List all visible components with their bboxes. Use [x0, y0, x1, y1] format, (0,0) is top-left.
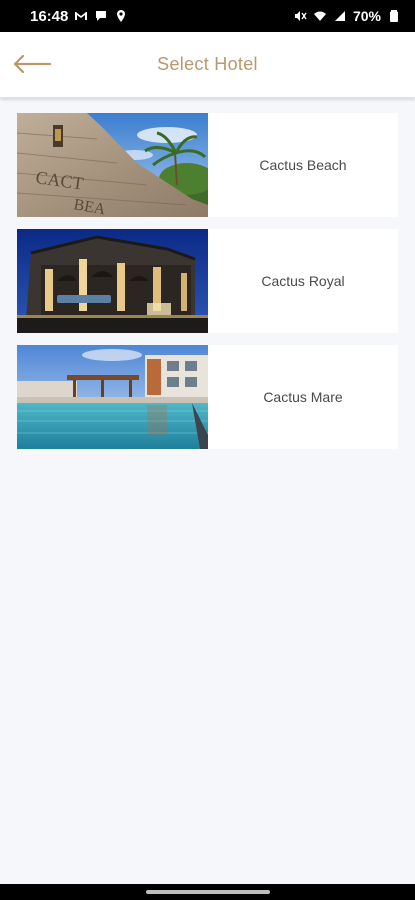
page-title: Select Hotel — [157, 54, 258, 74]
hotel-list: CACT BEA Cactus Beach Cactus Royal Cactu… — [17, 113, 398, 449]
hotel-image-cactus-royal — [17, 229, 208, 333]
status-right: 70% — [293, 8, 401, 24]
gmail-icon — [74, 9, 88, 23]
hotel-name: Cactus Mare — [263, 389, 343, 405]
battery-level: 70% — [352, 8, 381, 24]
hotel-card-cactus-beach[interactable]: CACT BEA Cactus Beach — [17, 113, 398, 217]
battery-icon — [387, 9, 401, 23]
location-icon — [114, 9, 128, 23]
signal-icon — [333, 9, 347, 23]
hotel-image-cactus-beach: CACT BEA — [17, 113, 208, 217]
wifi-icon — [313, 9, 327, 23]
app-bar: Select Hotel — [0, 32, 415, 98]
hotel-card-cactus-royal[interactable]: Cactus Royal — [17, 229, 398, 333]
home-indicator[interactable] — [145, 890, 270, 894]
status-left: 16:48 — [30, 8, 128, 25]
chat-icon — [94, 9, 108, 23]
hotel-image-cactus-mare — [17, 345, 208, 449]
arrow-left-icon — [13, 54, 52, 74]
screen: 16:48 70% Select Hotel CACT BEA Cactus B… — [0, 0, 415, 900]
mute-icon — [293, 9, 307, 23]
status-time: 16:48 — [30, 7, 69, 25]
hotel-name: Cactus Beach — [259, 157, 347, 173]
back-button[interactable] — [10, 48, 54, 80]
hotel-name: Cactus Royal — [261, 273, 345, 289]
status-bar: 16:48 70% — [0, 0, 415, 32]
hotel-card-cactus-mare[interactable]: Cactus Mare — [17, 345, 398, 449]
system-nav-bar — [0, 884, 415, 900]
